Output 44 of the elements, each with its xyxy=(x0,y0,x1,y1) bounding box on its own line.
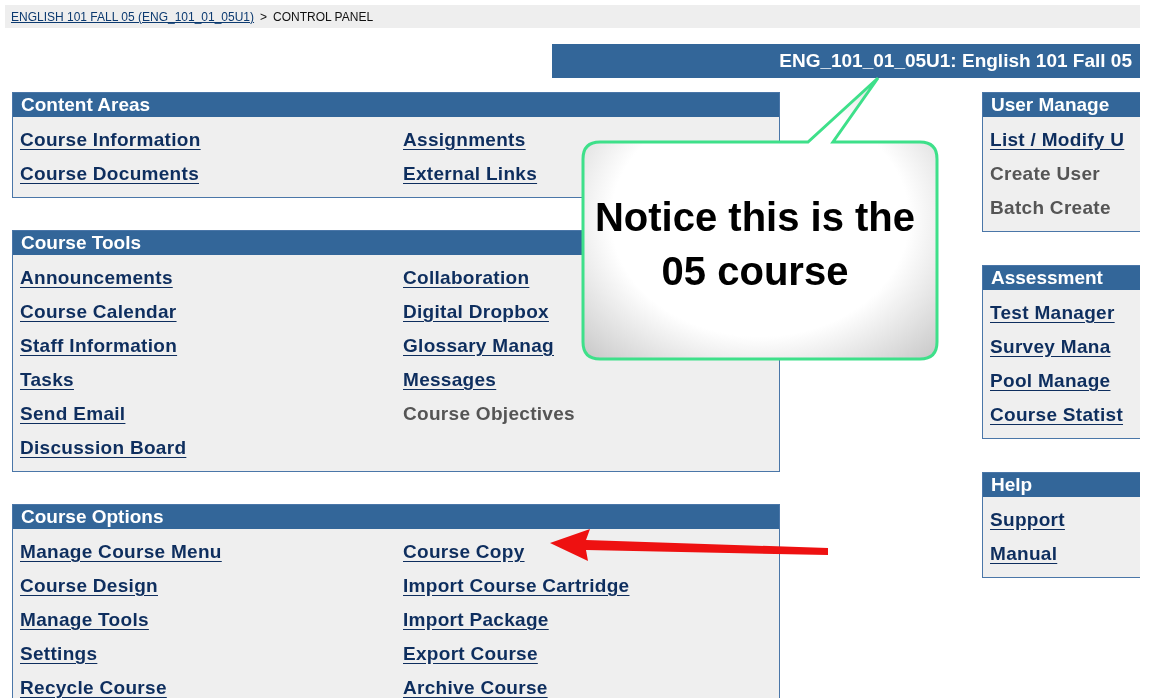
menu-link[interactable]: Import Package xyxy=(403,609,549,631)
disabled-item: Course Objectives xyxy=(403,403,575,425)
menu-link[interactable]: List / Modify U xyxy=(990,129,1125,151)
panel-title: Help xyxy=(983,473,1140,497)
menu-link[interactable]: Manual xyxy=(990,543,1058,565)
panel-title: Course Options xyxy=(13,505,779,529)
menu-link[interactable]: Settings xyxy=(20,643,98,665)
menu-link[interactable]: Course Statist xyxy=(990,404,1123,426)
menu-link[interactable]: Digital Dropbox xyxy=(403,301,549,323)
menu-link[interactable]: Survey Mana xyxy=(990,336,1111,358)
menu-link[interactable]: Assignments xyxy=(403,129,526,151)
panel-title: User Manage xyxy=(983,93,1140,117)
course-title-bar: ENG_101_01_05U1: English 101 Fall 05 xyxy=(552,44,1140,78)
menu-link[interactable]: Support xyxy=(990,509,1065,531)
menu-link[interactable]: Export Course xyxy=(403,643,538,665)
menu-link[interactable]: Course Calendar xyxy=(20,301,177,323)
menu-link[interactable]: Pool Manage xyxy=(990,370,1111,392)
menu-link[interactable]: Manage Course Menu xyxy=(20,541,222,563)
menu-link[interactable]: Archive Course xyxy=(403,677,548,698)
menu-link[interactable]: Course Copy xyxy=(403,541,525,563)
menu-link[interactable]: Send Email xyxy=(20,403,126,425)
arrow-icon xyxy=(548,528,830,562)
breadcrumb-separator: > xyxy=(260,9,268,24)
menu-link[interactable]: Test Manager xyxy=(990,302,1115,324)
menu-link[interactable]: Announcements xyxy=(20,267,173,289)
menu-link[interactable]: Staff Information xyxy=(20,335,178,357)
menu-link[interactable]: Import Course Cartridge xyxy=(403,575,630,597)
menu-link[interactable]: Course Information xyxy=(20,129,201,151)
panel-title: Content Areas xyxy=(13,93,779,117)
menu-link[interactable]: Course Design xyxy=(20,575,158,597)
menu-link[interactable]: Course Documents xyxy=(20,163,199,185)
menu-link[interactable]: Recycle Course xyxy=(20,677,167,698)
disabled-item: Create User xyxy=(990,163,1100,185)
panel-title: Assessment xyxy=(983,266,1140,290)
disabled-item: Batch Create xyxy=(990,197,1111,219)
menu-link[interactable]: Discussion Board xyxy=(20,437,187,459)
menu-link[interactable]: Glossary Manag xyxy=(403,335,554,357)
menu-link[interactable]: Tasks xyxy=(20,369,74,391)
breadcrumb-current: CONTROL PANEL xyxy=(273,9,374,24)
menu-link[interactable]: External Links xyxy=(403,163,538,185)
menu-link[interactable]: Manage Tools xyxy=(20,609,149,631)
menu-link[interactable]: Messages xyxy=(403,369,497,391)
menu-link[interactable]: Collaboration xyxy=(403,267,530,289)
breadcrumb-link[interactable]: ENGLISH 101 FALL 05 (ENG_101_01_05U1) xyxy=(11,9,255,24)
